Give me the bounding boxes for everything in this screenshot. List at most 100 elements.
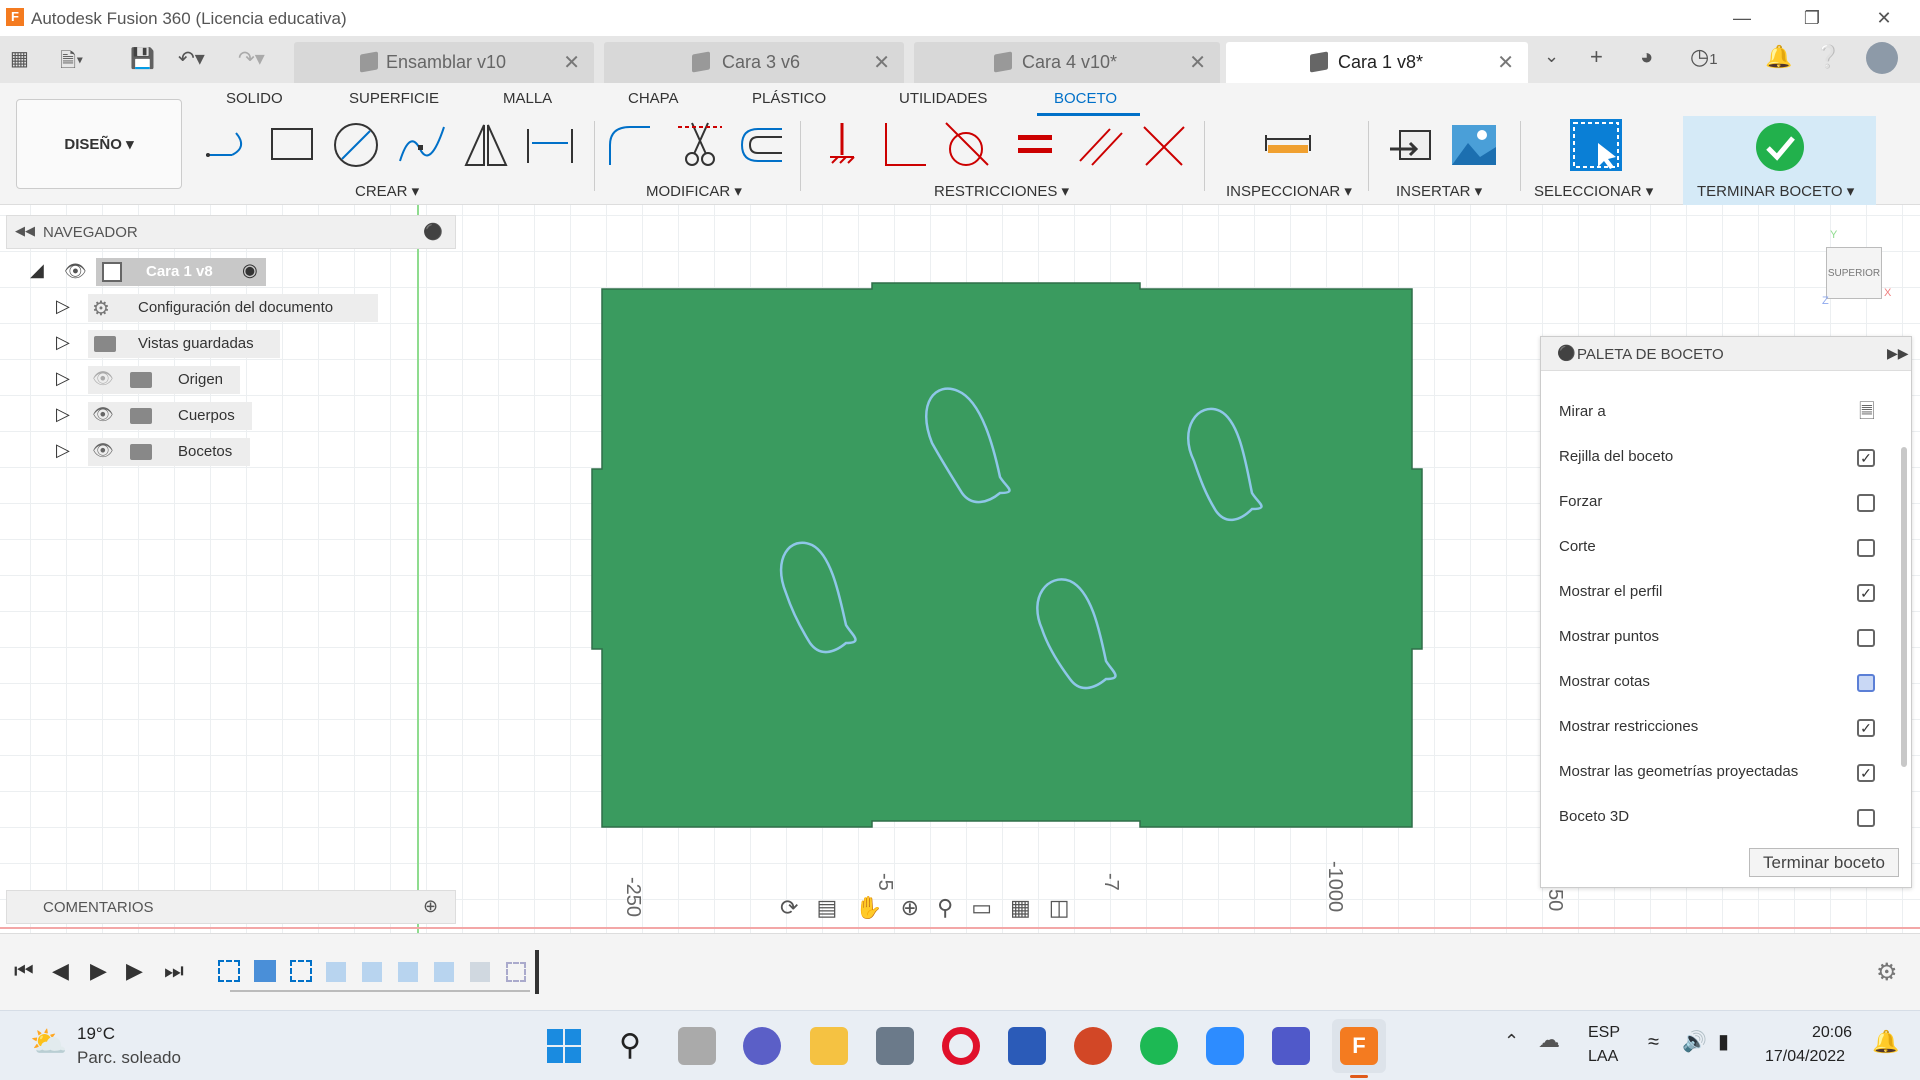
insert-derive-icon[interactable] xyxy=(1386,119,1438,171)
help-icon[interactable]: ❔ xyxy=(1814,44,1841,70)
expand-icon[interactable]: ▷ xyxy=(56,296,70,317)
data-panel-icon[interactable]: ◕ xyxy=(1640,44,1653,70)
select-tool-icon[interactable] xyxy=(1568,117,1624,173)
option-boceto-3d[interactable]: Boceto 3D xyxy=(1559,802,1875,832)
timeline-features[interactable] xyxy=(218,960,528,984)
keyboard-layout[interactable]: LAA xyxy=(1588,1048,1618,1066)
insertar-menu[interactable]: INSERTAR ▾ xyxy=(1396,182,1482,200)
fusion-360-taskbar-icon[interactable]: F xyxy=(1340,1027,1378,1065)
checkbox[interactable] xyxy=(1857,809,1875,827)
option-mostrar-perfil[interactable]: Mostrar el perfil ✓ xyxy=(1559,577,1875,607)
job-status-icon[interactable]: ◷1 xyxy=(1690,44,1718,70)
close-window-button[interactable]: ✕ xyxy=(1864,4,1904,32)
coincident-constraint-icon[interactable] xyxy=(1138,119,1190,171)
palette-collapse-icon[interactable]: ⚫ xyxy=(1557,344,1576,362)
show-hidden-icons[interactable]: ⌃ xyxy=(1504,1031,1519,1052)
equal-constraint-icon[interactable] xyxy=(1010,119,1062,171)
viewports-icon[interactable]: ◫ xyxy=(1049,895,1088,920)
trim-scissors-icon[interactable] xyxy=(674,119,726,171)
doc-tab-cara-4[interactable]: Cara 4 v10* ✕ xyxy=(914,42,1220,83)
new-tab-icon[interactable]: + xyxy=(1590,44,1603,70)
terminar-boceto-menu[interactable]: TERMINAR BOCETO ▾ xyxy=(1697,182,1854,200)
checkbox[interactable] xyxy=(1857,629,1875,647)
collapse-navigator-icon[interactable]: ◀◀ xyxy=(15,223,35,239)
checkbox-checked[interactable]: ✓ xyxy=(1857,719,1875,737)
language-code[interactable]: ESP xyxy=(1588,1024,1620,1042)
circle-tool-icon[interactable] xyxy=(330,119,382,171)
insert-canvas-icon[interactable] xyxy=(1448,119,1500,171)
close-tab-icon[interactable]: ✕ xyxy=(1189,50,1206,75)
close-tab-icon[interactable]: ✕ xyxy=(563,50,580,75)
expand-icon[interactable]: ▷ xyxy=(56,368,70,389)
tab-overflow-icon[interactable]: ⌄ xyxy=(1544,46,1559,67)
rectangle-tool-icon[interactable] xyxy=(266,119,318,171)
weather-desc[interactable]: Parc. soleado xyxy=(77,1048,181,1068)
file-explorer-icon[interactable] xyxy=(810,1027,848,1065)
calculator-icon[interactable] xyxy=(876,1027,914,1065)
feature-icon[interactable] xyxy=(362,962,382,982)
tab-boceto[interactable]: BOCETO xyxy=(1054,90,1117,107)
teams-icon[interactable] xyxy=(1272,1027,1310,1065)
user-avatar[interactable] xyxy=(1866,42,1898,74)
opera-browser-icon[interactable] xyxy=(942,1027,980,1065)
search-icon[interactable]: ⚲ xyxy=(611,1027,649,1065)
volume-icon[interactable]: 🔊 xyxy=(1682,1029,1707,1054)
checkbox-checked[interactable]: ✓ xyxy=(1857,584,1875,602)
chat-icon[interactable] xyxy=(743,1027,781,1065)
feature-icon[interactable] xyxy=(434,962,454,982)
hidden-eye-icon[interactable]: 👁 xyxy=(92,369,114,389)
fillet-tool-icon[interactable] xyxy=(604,119,656,171)
view-cube[interactable]: SUPERIOR xyxy=(1826,247,1882,299)
option-rejilla[interactable]: Rejilla del boceto ✓ xyxy=(1559,442,1875,472)
sketch-feature-icon[interactable] xyxy=(506,962,526,982)
step-back-icon[interactable]: ◀ xyxy=(52,958,69,984)
powerpoint-icon[interactable] xyxy=(1074,1027,1112,1065)
seleccionar-menu[interactable]: SELECCIONAR ▾ xyxy=(1534,182,1653,200)
parallel-constraint-icon[interactable] xyxy=(1074,119,1126,171)
restricciones-menu[interactable]: RESTRICCIONES ▾ xyxy=(934,182,1069,200)
checkbox-checked[interactable]: ✓ xyxy=(1857,449,1875,467)
nav-item-vistas[interactable]: ▷ Vistas guardadas xyxy=(56,330,286,358)
activate-component-icon[interactable]: ◉ xyxy=(242,260,258,281)
zoom-app-icon[interactable] xyxy=(1206,1027,1244,1065)
go-to-end-icon[interactable]: ⏭ xyxy=(164,958,184,984)
palette-expand-icon[interactable]: ▶▶ xyxy=(1887,345,1909,362)
option-forzar[interactable]: Forzar xyxy=(1559,487,1875,517)
tab-malla[interactable]: MALLA xyxy=(503,90,552,107)
tab-chapa[interactable]: CHAPA xyxy=(628,90,679,107)
navigator-header[interactable]: ◀◀ NAVEGADOR ⚫ xyxy=(6,215,456,249)
look-at-icon[interactable]: ▤ xyxy=(816,895,855,920)
nav-item-origen[interactable]: ▷ Origen 👁 xyxy=(56,366,246,394)
grid-settings-icon[interactable]: ▦ xyxy=(1010,895,1049,920)
timeline-settings-icon[interactable]: ⚙ xyxy=(1876,958,1898,987)
close-tab-icon[interactable]: ✕ xyxy=(873,50,890,75)
visibility-eye-icon[interactable]: 👁 xyxy=(92,405,114,425)
redo-icon[interactable]: ↷▾ xyxy=(238,46,265,71)
look-at-icon[interactable]: 🗏 xyxy=(1859,397,1875,427)
checkbox[interactable] xyxy=(1857,494,1875,512)
tab-plastico[interactable]: PLÁSTICO xyxy=(752,90,826,107)
word-icon[interactable] xyxy=(1008,1027,1046,1065)
nav-item-cuerpos[interactable]: ▷ Cuerpos 👁 xyxy=(56,402,256,430)
finish-sketch-area[interactable]: TERMINAR BOCETO ▾ xyxy=(1683,116,1876,205)
option-mostrar-puntos[interactable]: Mostrar puntos xyxy=(1559,622,1875,652)
checkbox[interactable] xyxy=(1857,539,1875,557)
doc-tab-cara-1[interactable]: Cara 1 v8* ✕ xyxy=(1226,42,1528,83)
nav-root[interactable]: ◢ 👁 Cara 1 v8 ◉ xyxy=(30,258,270,286)
finish-sketch-check-icon[interactable] xyxy=(1755,122,1805,172)
option-mostrar-cotas[interactable]: Mostrar cotas xyxy=(1559,667,1875,697)
dimension-tool-icon[interactable] xyxy=(524,119,576,171)
visibility-eye-icon[interactable]: 👁 xyxy=(92,441,114,461)
offset-tool-icon[interactable] xyxy=(736,119,788,171)
undo-icon[interactable]: ↶▾ xyxy=(178,46,205,71)
play-icon[interactable]: ▶ xyxy=(90,958,107,984)
fix-constraint-icon[interactable] xyxy=(816,119,868,171)
option-corte[interactable]: Corte xyxy=(1559,532,1875,562)
sketch-profile[interactable] xyxy=(586,281,1424,835)
nav-item-bocetos[interactable]: ▷ Bocetos 👁 xyxy=(56,438,256,466)
weather-temp[interactable]: 19°C xyxy=(77,1024,115,1044)
tab-solido[interactable]: SOLIDO xyxy=(226,90,283,107)
option-mostrar-restricciones[interactable]: Mostrar restricciones ✓ xyxy=(1559,712,1875,742)
step-forward-icon[interactable]: ▶ xyxy=(126,958,143,984)
weather-cloud-icon[interactable]: ⛅ xyxy=(30,1025,67,1060)
